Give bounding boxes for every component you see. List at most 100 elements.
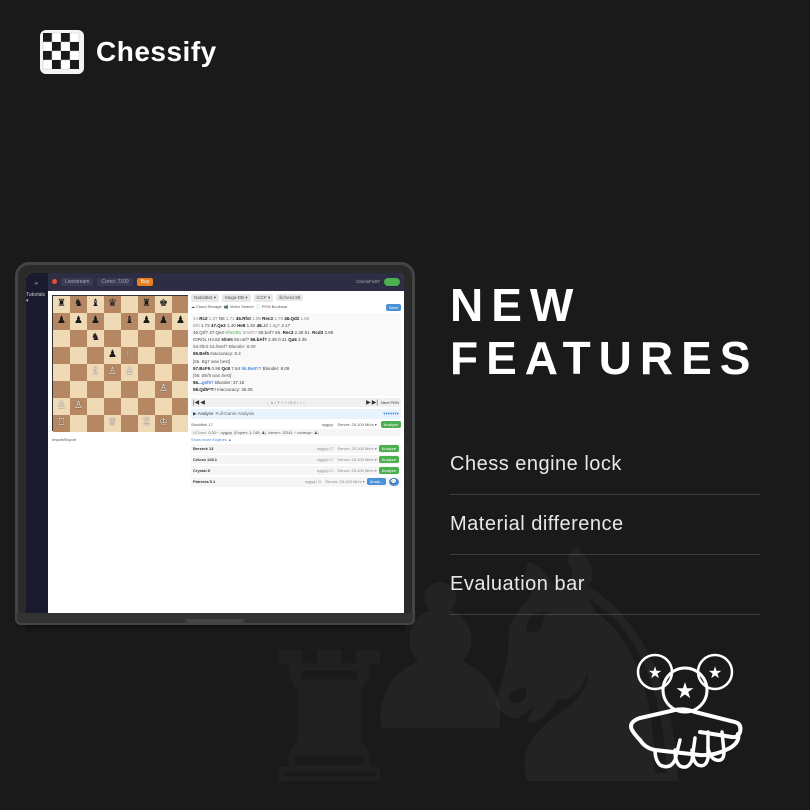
cell-7-6[interactable]: ♔ bbox=[155, 415, 172, 432]
nav-prev[interactable]: ◀ bbox=[200, 399, 205, 406]
cell-3-5[interactable] bbox=[138, 347, 155, 364]
cell-6-7[interactable] bbox=[172, 398, 189, 415]
analyze-btn-crystal[interactable]: Analyze bbox=[379, 467, 399, 474]
laptop-frame: k Tutorials ▾ Livestream Cores: 7100 bbox=[15, 262, 415, 613]
buy-btn[interactable]: Buy bbox=[137, 278, 154, 286]
cell-4-3[interactable]: ♙ bbox=[104, 364, 121, 381]
cell-4-4[interactable]: ♙ bbox=[121, 364, 138, 381]
sidebar-tutorials[interactable]: Tutorials ▾ bbox=[26, 290, 48, 306]
cell-0-7[interactable] bbox=[172, 296, 189, 313]
toggle-switch[interactable] bbox=[384, 278, 400, 286]
cell-1-0[interactable]: ♟ bbox=[53, 313, 70, 330]
feature-material-difference[interactable]: Material difference bbox=[450, 495, 760, 555]
cell-3-0[interactable] bbox=[53, 347, 70, 364]
cell-2-7[interactable] bbox=[172, 330, 189, 347]
cell-0-4[interactable] bbox=[121, 296, 138, 313]
cell-6-0[interactable]: ♙ bbox=[53, 398, 70, 415]
cell-1-2[interactable]: ♟ bbox=[87, 313, 104, 330]
cell-3-2[interactable] bbox=[87, 347, 104, 364]
cell-5-7[interactable] bbox=[172, 381, 189, 398]
cell-4-2[interactable]: ♗ bbox=[87, 364, 104, 381]
livestream-indicator bbox=[52, 279, 57, 284]
cell-2-2[interactable]: ♞ bbox=[87, 330, 104, 347]
cell-7-5[interactable]: ♖ bbox=[138, 415, 155, 432]
sub-toolbar: ☁ Cloud Storage 📹 Video Search 📄 PGN Boo… bbox=[191, 304, 401, 311]
analyze-btn-berserk[interactable]: Analyze bbox=[379, 445, 399, 452]
cell-0-1[interactable]: ♞ bbox=[70, 296, 87, 313]
cell-6-6[interactable] bbox=[155, 398, 172, 415]
chessboard: ♜♞♝♛♜♚♟♟♟♝♟♟♟♞♟♘♗♙♙♙♙♙♖♕♖♔ bbox=[52, 295, 188, 431]
show-engines-toggle[interactable]: Show more Engines ▲ bbox=[191, 437, 401, 442]
cell-3-1[interactable] bbox=[70, 347, 87, 364]
moves-list: 44.Rc2 1.37 N6 1.71 45.Rfst 1.98 Rec3 1.… bbox=[191, 313, 401, 396]
cell-1-7[interactable]: ♟ bbox=[172, 313, 189, 330]
nav-start[interactable]: |◀ bbox=[193, 399, 199, 406]
feature-evaluation-bar[interactable]: Evaluation bar bbox=[450, 555, 760, 615]
analyze-btn-patricia[interactable]: Analy... bbox=[367, 478, 386, 485]
cell-4-7[interactable] bbox=[172, 364, 189, 381]
cell-5-6[interactable]: ♙ bbox=[155, 381, 172, 398]
chess-app: k Tutorials ▾ Livestream Cores: 7100 bbox=[26, 273, 404, 613]
cell-0-3[interactable]: ♛ bbox=[104, 296, 121, 313]
cell-0-2[interactable]: ♝ bbox=[87, 296, 104, 313]
cell-1-5[interactable]: ♟ bbox=[138, 313, 155, 330]
cell-1-3[interactable] bbox=[104, 313, 121, 330]
analyze-btn-celezo[interactable]: Analyze bbox=[379, 456, 399, 463]
ilichess-btn[interactable]: ilichess:88 bbox=[276, 294, 303, 301]
natutibot-btn[interactable]: NatutiBot ▾ bbox=[191, 294, 219, 302]
cell-0-0[interactable]: ♜ bbox=[53, 296, 70, 313]
feature-chess-engine-lock[interactable]: Chess engine lock bbox=[450, 435, 760, 495]
laptop-shadow bbox=[25, 625, 405, 633]
cell-4-0[interactable] bbox=[53, 364, 70, 381]
cell-0-6[interactable]: ♚ bbox=[155, 296, 172, 313]
cell-0-5[interactable]: ♜ bbox=[138, 296, 155, 313]
cell-1-6[interactable]: ♟ bbox=[155, 313, 172, 330]
cell-2-6[interactable] bbox=[155, 330, 172, 347]
logo-text: Chessify bbox=[96, 36, 217, 68]
cell-1-1[interactable]: ♟ bbox=[70, 313, 87, 330]
analyze-btn-1[interactable]: Analyze bbox=[381, 421, 401, 428]
engine-header: Stockfish 17 nygy/p Server: 25-100 Mh/s … bbox=[191, 421, 401, 428]
chessify-logo-icon bbox=[40, 30, 84, 74]
cell-1-4[interactable]: ♝ bbox=[121, 313, 138, 330]
cell-7-1[interactable] bbox=[70, 415, 87, 432]
nav-pgn[interactable]: Next PGN bbox=[381, 400, 399, 405]
cell-4-6[interactable] bbox=[155, 364, 172, 381]
cell-5-5[interactable] bbox=[138, 381, 155, 398]
cell-6-5[interactable] bbox=[138, 398, 155, 415]
cell-7-0[interactable]: ♖ bbox=[53, 415, 70, 432]
cell-2-4[interactable] bbox=[121, 330, 138, 347]
cell-7-4[interactable] bbox=[121, 415, 138, 432]
cell-3-4[interactable]: ♘ bbox=[121, 347, 138, 364]
cell-6-1[interactable]: ♙ bbox=[70, 398, 87, 415]
megadb-btn[interactable]: Mega-DB ▾ bbox=[222, 294, 251, 302]
cell-7-3[interactable]: ♕ bbox=[104, 415, 121, 432]
cell-2-5[interactable] bbox=[138, 330, 155, 347]
cell-6-2[interactable] bbox=[87, 398, 104, 415]
nav-end[interactable]: ▶| bbox=[372, 399, 378, 406]
cell-5-1[interactable] bbox=[70, 381, 87, 398]
chess-content: ♜♞♝♛♜♚♟♟♟♝♟♟♟♞♟♘♗♙♙♙♙♙♖♕♖♔ Import/Export bbox=[48, 291, 404, 613]
chess-topbar: Livestream Cores: 7100 Buy ChessFix97 bbox=[48, 273, 404, 291]
cell-5-0[interactable] bbox=[53, 381, 70, 398]
cell-2-1[interactable] bbox=[70, 330, 87, 347]
chessboard-area: ♜♞♝♛♜♚♟♟♟♝♟♟♟♞♟♘♗♙♙♙♙♙♖♕♖♔ Import/Export bbox=[48, 291, 188, 613]
nav-next[interactable]: ▶ bbox=[366, 399, 371, 406]
cell-7-2[interactable] bbox=[87, 415, 104, 432]
cell-5-4[interactable] bbox=[121, 381, 138, 398]
cell-6-3[interactable] bbox=[104, 398, 121, 415]
cell-3-6[interactable] bbox=[155, 347, 172, 364]
cell-2-0[interactable] bbox=[53, 330, 70, 347]
cell-5-2[interactable] bbox=[87, 381, 104, 398]
cell-4-1[interactable] bbox=[70, 364, 87, 381]
save-btn[interactable]: Save bbox=[386, 304, 401, 311]
cell-2-3[interactable] bbox=[104, 330, 121, 347]
cell-5-3[interactable] bbox=[104, 381, 121, 398]
cell-6-4[interactable] bbox=[121, 398, 138, 415]
engine-row-patricia: Patrecia 5.1 nygy/p ☐ Server: 25-100 Mh/… bbox=[191, 477, 401, 487]
cell-4-5[interactable] bbox=[138, 364, 155, 381]
cell-7-7[interactable] bbox=[172, 415, 189, 432]
cell-3-3[interactable]: ♟ bbox=[104, 347, 121, 364]
cell-3-7[interactable] bbox=[172, 347, 189, 364]
iccf-btn[interactable]: iCCF ▾ bbox=[254, 294, 274, 302]
